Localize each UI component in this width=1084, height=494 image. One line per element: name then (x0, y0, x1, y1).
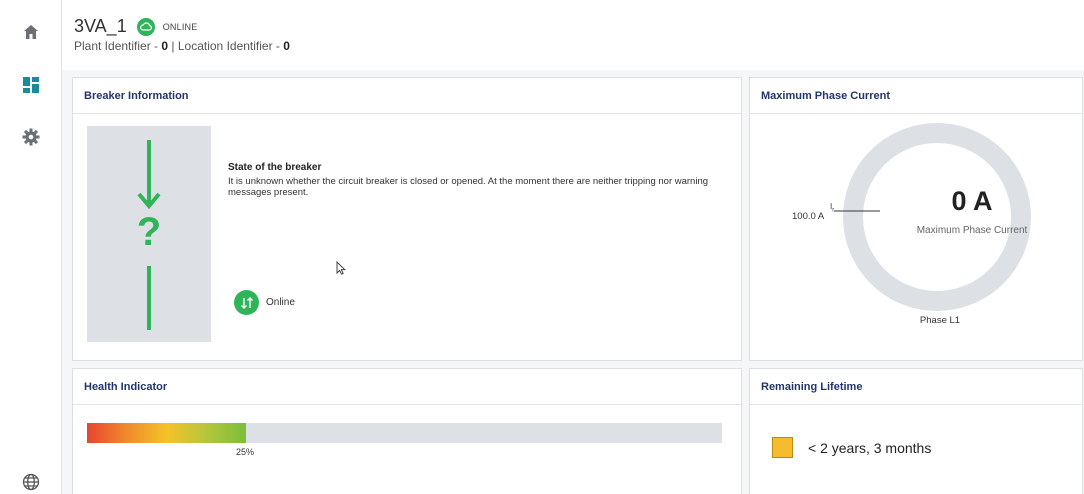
dashboard-icon[interactable] (20, 74, 42, 96)
page-header: 3VA_1 ONLINE Plant Identifier - 0 | Loca… (62, 0, 1084, 70)
phase-current-gauge: 0 A Maximum Phase Current Ir 100.0 A Pha… (750, 114, 1084, 361)
gear-icon[interactable] (20, 126, 42, 148)
remaining-lifetime-card: Remaining Lifetime < 2 years, 3 months (749, 368, 1083, 494)
online-status-button[interactable] (234, 290, 259, 315)
location-identifier-label: Location Identifier - (177, 39, 284, 53)
cloud-online-icon (136, 17, 155, 36)
maximum-phase-current-title: Maximum Phase Current (750, 78, 1082, 114)
health-bar-fill (87, 423, 246, 443)
remaining-lifetime-title: Remaining Lifetime (750, 369, 1082, 405)
plant-identifier-label: Plant Identifier - (74, 39, 162, 53)
ir-label: Ir (830, 202, 835, 214)
globe-icon[interactable] (20, 471, 42, 493)
breaker-state-image: ? (87, 126, 211, 342)
online-label: Online (266, 297, 295, 308)
maximum-phase-current-card: Maximum Phase Current 0 A Maximum Phase … (749, 77, 1083, 361)
health-percent-label: 25% (236, 447, 255, 457)
device-name: 3VA_1 (74, 16, 127, 36)
home-icon[interactable] (20, 21, 42, 43)
identifier-separator: | (168, 39, 178, 53)
breaker-information-title: Breaker Information (73, 78, 741, 114)
title-row: 3VA_1 ONLINE (74, 16, 197, 37)
remaining-lifetime-value: < 2 years, 3 months (808, 440, 932, 456)
status-badge: ONLINE (162, 21, 198, 32)
health-indicator-title: Health Indicator (73, 369, 741, 405)
max-current-sub-label: Maximum Phase Current (916, 225, 1028, 236)
gauge-ring (843, 123, 1031, 311)
state-title: State of the breaker (228, 162, 322, 173)
location-identifier-value: 0 (283, 39, 290, 53)
mouse-cursor-icon (336, 260, 346, 280)
ir-value: 100.0 A (792, 211, 825, 222)
health-indicator-card: Health Indicator 25% (72, 368, 742, 494)
breaker-information-card: Breaker Information ? State of the break… (72, 77, 742, 361)
unknown-state-symbol: ? (136, 210, 162, 254)
state-description: It is unknown whether the circuit breake… (228, 176, 709, 198)
identifier-line: Plant Identifier - 0 | Location Identifi… (74, 39, 290, 53)
sidebar (0, 0, 62, 494)
max-current-value: 0 A (951, 186, 993, 216)
phase-label: Phase L1 (919, 315, 961, 326)
arrows-up-down-icon (240, 296, 253, 309)
lifetime-status-swatch (772, 437, 793, 458)
